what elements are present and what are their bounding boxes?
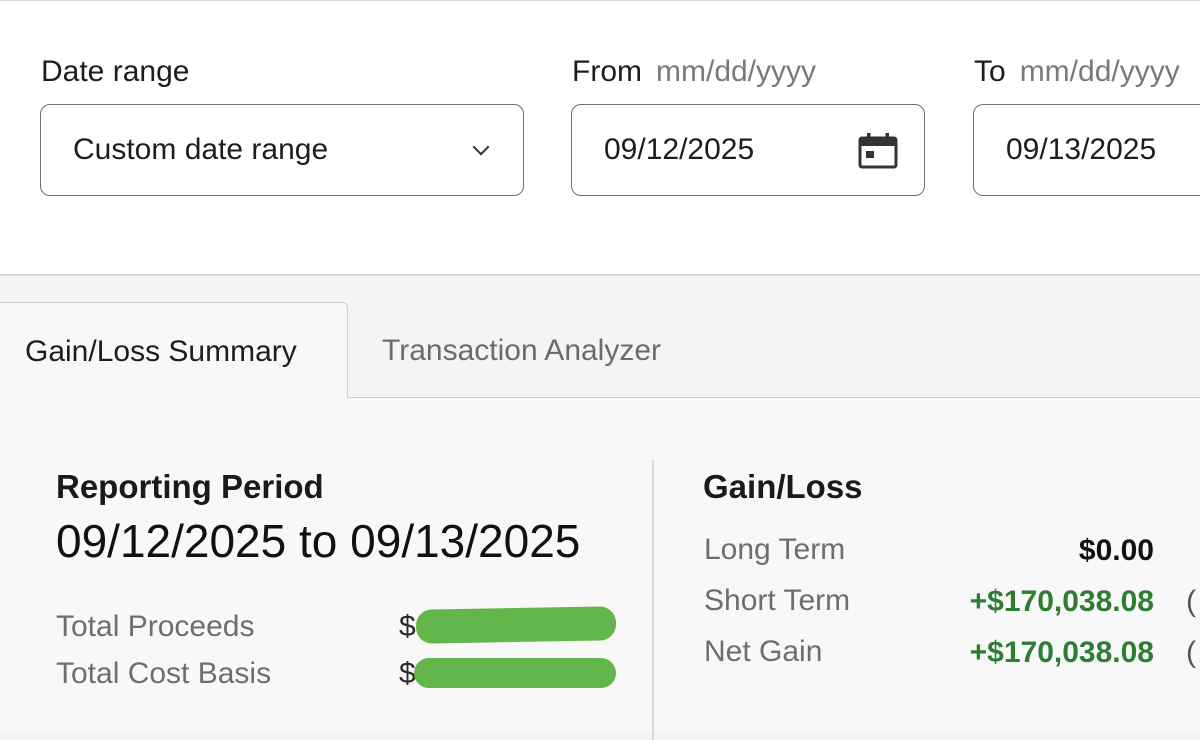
to-date-input[interactable]: 09/13/2025 [973, 104, 1200, 196]
panel-divider [652, 460, 654, 740]
to-date-value: 09/13/2025 [1006, 133, 1157, 166]
gain-loss-title: Gain/Loss [703, 468, 863, 505]
chevron-down-icon [472, 138, 490, 156]
calendar-icon[interactable] [858, 133, 898, 169]
short-term-label: Short Term [704, 584, 851, 617]
from-date-value: 09/12/2025 [604, 133, 755, 166]
to-label: To mm/dd/yyyy [974, 55, 1180, 89]
short-term-percent-partial: ( [1186, 585, 1196, 618]
short-term-value: +$170,038.08 [969, 585, 1154, 618]
long-term-value: $0.00 [1078, 534, 1154, 567]
from-date-input[interactable]: 09/12/2025 [571, 104, 925, 196]
date-range-label: Date range [41, 55, 190, 88]
net-gain-value: +$170,038.08 [969, 636, 1154, 669]
net-gain-label: Net Gain [704, 635, 823, 668]
to-label-text: To [974, 55, 1006, 88]
net-gain-percent-partial: ( [1186, 636, 1196, 669]
total-proceeds-redaction [415, 606, 617, 644]
from-label-text: From [572, 55, 642, 88]
summary-panel: Reporting Period 09/12/2025 to 09/13/202… [0, 398, 1200, 740]
reporting-period-title: Reporting Period [56, 468, 324, 505]
total-proceeds-currency: $ [399, 610, 416, 643]
reporting-period-range: 09/12/2025 to 09/13/2025 [56, 515, 581, 567]
total-cost-basis-label: Total Cost Basis [56, 657, 272, 690]
long-term-label: Long Term [704, 533, 846, 566]
tab-transaction-analyzer[interactable]: Transaction Analyzer [382, 302, 661, 398]
tab-bar: Gain/Loss Summary Transaction Analyzer [0, 302, 1200, 398]
to-format-hint: mm/dd/yyyy [1019, 55, 1180, 88]
tab-gain-loss-summary[interactable]: Gain/Loss Summary [0, 302, 348, 398]
total-cost-basis-redaction [414, 658, 616, 688]
date-range-value: Custom date range [73, 133, 329, 166]
date-range-select[interactable]: Custom date range [40, 104, 524, 196]
from-label: From mm/dd/yyyy [572, 55, 816, 89]
from-format-hint: mm/dd/yyyy [656, 55, 817, 88]
total-proceeds-label: Total Proceeds [56, 610, 255, 643]
date-filter-bar: Date range Custom date range From mm/dd/y… [0, 0, 1200, 276]
